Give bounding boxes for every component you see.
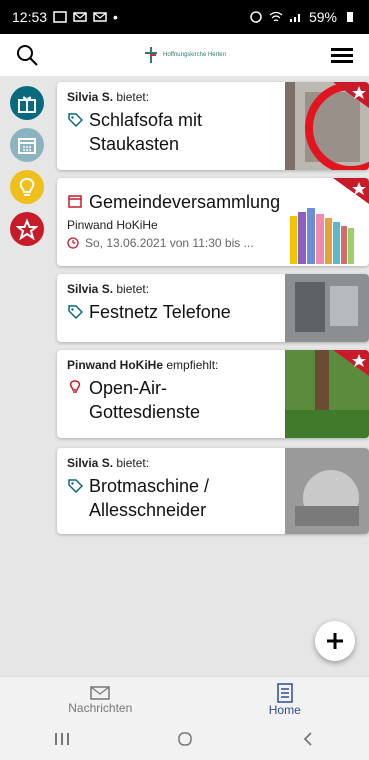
- author-action: bietet:: [113, 90, 150, 104]
- card-title-text: Festnetz Telefone: [89, 302, 231, 322]
- bread-slicer-photo: [285, 448, 369, 534]
- dot-icon: •: [113, 9, 118, 25]
- lightbulb-icon: [67, 379, 83, 395]
- card-text: Silvia S. bietet: Festnetz Telefone: [67, 282, 267, 324]
- back-icon: [303, 731, 312, 746]
- recommendation-card[interactable]: Pinwand HoKiHe empfiehlt: Open-Air-Gotte…: [57, 350, 369, 438]
- card-prefix: Silvia S. bietet:: [67, 90, 267, 104]
- nav-messages[interactable]: Nachrichten: [68, 685, 132, 715]
- battery-percentage: 59%: [308, 9, 337, 25]
- plus-icon: [327, 633, 343, 649]
- calendar-filter-button[interactable]: [10, 128, 44, 162]
- logo-text: Hoffnungskirche Herten: [163, 51, 226, 58]
- author-name: Pinwand HoKiHe: [67, 358, 164, 372]
- status-time: 12:53: [12, 9, 48, 25]
- listing-card[interactable]: Silvia S. bietet: Festnetz Telefone: [57, 274, 369, 342]
- card-prefix: Pinwand HoKiHe empfiehlt:: [67, 358, 267, 372]
- search-button[interactable]: [14, 42, 40, 68]
- clock-icon: [67, 237, 79, 249]
- envelope-icon: [90, 686, 110, 700]
- back-button[interactable]: [299, 731, 317, 752]
- card-title: Gemeindeversammlung: [67, 190, 280, 214]
- bottom-navigation: Nachrichten Home: [0, 676, 369, 723]
- category-sidebar: [10, 86, 50, 254]
- lightbulb-icon: [19, 177, 35, 196]
- card-title: Festnetz Telefone: [67, 300, 267, 324]
- battery-icon: [343, 11, 357, 23]
- tag-icon: [67, 111, 83, 127]
- card-title-text: Gemeindeversammlung: [89, 192, 281, 212]
- app-header: Hoffnungskirche Herten: [0, 34, 369, 76]
- home-system-button[interactable]: [176, 731, 194, 752]
- nav-home-label: Home: [268, 703, 301, 717]
- author-name: Silvia S.: [67, 282, 114, 296]
- card-title-text: Schlafsofa mit Staukasten: [89, 110, 203, 154]
- nav-home[interactable]: Home: [269, 683, 301, 717]
- card-title: Open-Air-Gottesdienste: [67, 376, 267, 424]
- card-text: Silvia S. bietet: Schlafsofa mit Staukas…: [67, 90, 267, 156]
- phones-photo: [285, 274, 369, 342]
- author-name: Silvia S.: [67, 456, 114, 470]
- listing-card[interactable]: Silvia S. bietet: Schlafsofa mit Staukas…: [57, 82, 369, 170]
- card-title-text: Brotmaschine / Allesschneider: [89, 476, 210, 520]
- hamburger-menu-icon: [331, 48, 353, 63]
- search-icon: [17, 45, 38, 66]
- wifi-icon: [269, 11, 283, 23]
- system-navigation-bar: [0, 722, 369, 760]
- card-subtitle: Pinwand HoKiHe: [67, 218, 158, 232]
- event-date-row: So, 13.06.2021 von 11:30 bis ...: [67, 236, 267, 250]
- card-text: Pinwand HoKiHe empfiehlt: Open-Air-Gotte…: [67, 358, 267, 424]
- mail-icon: [73, 11, 87, 23]
- tag-icon: [67, 477, 83, 493]
- gallery-icon: [53, 11, 67, 23]
- menu-button[interactable]: [329, 42, 355, 68]
- alarm-icon: [249, 11, 263, 23]
- add-button[interactable]: [315, 621, 355, 661]
- event-card[interactable]: Gemeindeversammlung Pinwand HoKiHe So, 1…: [57, 178, 369, 266]
- star-icon: [16, 218, 38, 240]
- event-date: So, 13.06.2021 von 11:30 bis ...: [85, 236, 254, 250]
- star-filter-button[interactable]: [10, 212, 44, 246]
- featured-ribbon: [333, 82, 369, 108]
- author-action: bietet:: [113, 456, 150, 470]
- author-action: empfiehlt:: [163, 358, 219, 372]
- signal-icon: [289, 11, 303, 23]
- gift-icon: [18, 96, 36, 113]
- recent-apps-icon: [54, 732, 69, 745]
- recent-apps-button[interactable]: [53, 731, 71, 752]
- featured-ribbon: [333, 178, 369, 204]
- calendar-icon: [18, 138, 36, 154]
- listing-card[interactable]: Silvia S. bietet: Brotmaschine / Allessc…: [57, 448, 369, 534]
- status-bar: 12:53 • 59%: [0, 0, 369, 34]
- home-list-icon: [276, 683, 293, 703]
- lightbulb-filter-button[interactable]: [10, 170, 44, 204]
- author-name: Silvia S.: [67, 90, 114, 104]
- cross-logo-icon: [145, 47, 158, 63]
- card-text: Silvia S. bietet: Brotmaschine / Allessc…: [67, 456, 267, 522]
- author-action: bietet:: [113, 282, 150, 296]
- card-text: Gemeindeversammlung Pinwand HoKiHe So, 1…: [67, 186, 280, 250]
- card-prefix: Silvia S. bietet:: [67, 456, 267, 470]
- featured-ribbon: [333, 350, 369, 376]
- card-title: Brotmaschine / Allesschneider: [67, 474, 267, 522]
- tag-icon: [67, 303, 83, 319]
- home-circle-icon: [177, 731, 192, 746]
- gift-filter-button[interactable]: [10, 86, 44, 120]
- mail-icon: [93, 11, 107, 23]
- calendar-icon: [67, 193, 83, 209]
- card-title: Schlafsofa mit Staukasten: [67, 108, 267, 156]
- card-prefix: Silvia S. bietet:: [67, 282, 267, 296]
- nav-messages-label: Nachrichten: [68, 701, 133, 715]
- card-title-text: Open-Air-Gottesdienste: [89, 378, 201, 422]
- feed-area: Silvia S. bietet: Schlafsofa mit Staukas…: [0, 76, 369, 676]
- app-logo: Hoffnungskirche Herten: [143, 46, 226, 64]
